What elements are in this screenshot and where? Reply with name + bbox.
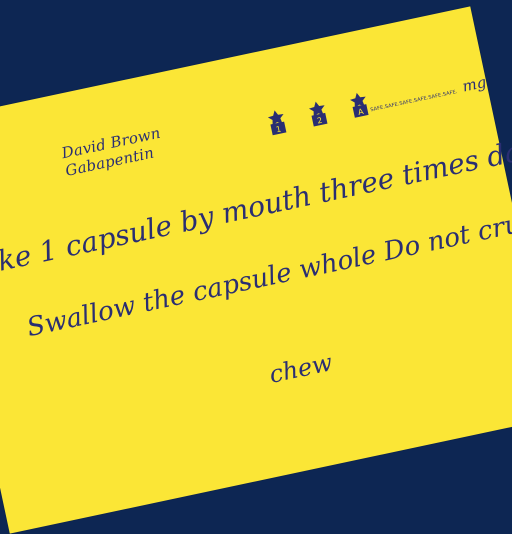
dose-unit: mg	[460, 72, 489, 96]
prescription-label-card: David Brown Gabapentin 1 2 A SAFE.SAFE.S…	[0, 6, 512, 534]
badge-2-icon: 2	[306, 99, 331, 129]
badge-3-icon: A	[347, 90, 372, 120]
badge-row: 1 2 A	[264, 90, 371, 137]
badge-1-icon: 1	[264, 107, 289, 137]
author-name: David Brown Gabapentin	[60, 123, 163, 180]
instruction-line-3: chew	[266, 348, 335, 389]
fine-print: SAFE.SAFE.SAFE.SAFE.SAFE.SAFE.	[369, 88, 459, 114]
